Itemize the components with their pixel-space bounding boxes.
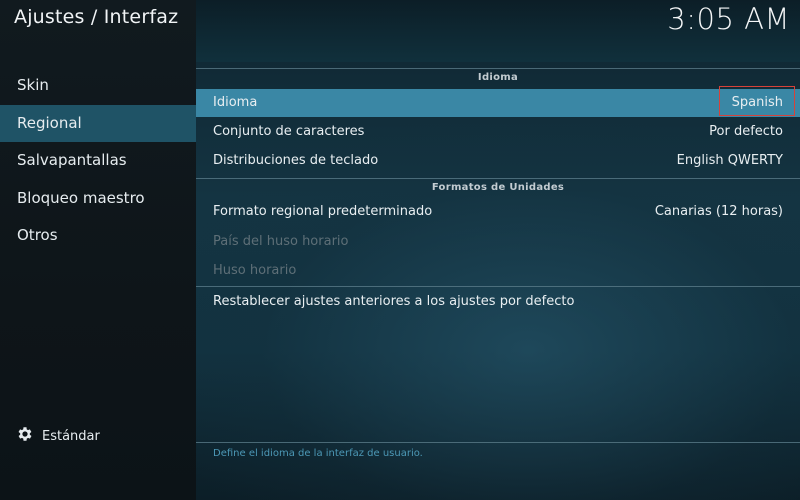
divider [196, 68, 800, 69]
divider [196, 178, 800, 179]
setting-value: Canarias (12 horas) [654, 204, 783, 219]
setting-row-conjunto-caracteres[interactable]: Conjunto de caracteres Por defecto [196, 118, 800, 146]
setting-label: País del huso horario [213, 234, 349, 249]
sidebar-item-bloqueo-maestro[interactable]: Bloqueo maestro [0, 180, 196, 217]
setting-label: Huso horario [213, 263, 297, 278]
setting-label: Idioma [213, 95, 258, 110]
settings-window: Ajustes / Interfaz Skin Regional Salvapa… [0, 0, 800, 500]
setting-label: Formato regional predeterminado [213, 204, 433, 219]
window-title: Ajustes / Interfaz [14, 6, 179, 28]
section-title-idioma: Idioma [477, 72, 519, 83]
sidebar-item-label: Regional [17, 114, 82, 132]
setting-value: English QWERTY [676, 153, 783, 168]
sidebar-item-label: Bloqueo maestro [17, 189, 145, 207]
setting-row-formato-regional[interactable]: Formato regional predeterminado Canarias… [196, 198, 800, 226]
section-title-formatos: Formatos de Unidades [431, 182, 565, 193]
settings-level-button[interactable]: Estándar [16, 425, 100, 447]
sidebar-item-otros[interactable]: Otros [0, 217, 196, 254]
reset-settings-button[interactable]: Restablecer ajustes anteriores a los aju… [196, 288, 800, 316]
setting-value: Por defecto [709, 124, 783, 139]
clock: 3:05 AM [667, 2, 790, 36]
sidebar-item-regional[interactable]: Regional [0, 105, 196, 142]
sidebar-item-label: Salvapantallas [17, 151, 127, 169]
sidebar-item-label: Skin [17, 76, 49, 94]
setting-row-distribuciones-teclado[interactable]: Distribuciones de teclado English QWERTY [196, 147, 800, 175]
setting-row-pais-huso-horario: País del huso horario [196, 228, 800, 256]
divider [196, 442, 800, 443]
setting-label: Conjunto de caracteres [213, 124, 365, 139]
sidebar-item-label: Otros [17, 226, 58, 244]
settings-panel: 3:05 AM Idioma Idioma Spanish Conjunto d… [196, 0, 800, 500]
help-text: Define el idioma de la interfaz de usuar… [213, 448, 423, 459]
setting-row-huso-horario: Huso horario [196, 257, 800, 285]
reset-label: Restablecer ajustes anteriores a los aju… [213, 294, 575, 309]
gear-icon [16, 425, 34, 447]
setting-row-idioma[interactable]: Idioma Spanish [196, 89, 800, 117]
sidebar-item-salvapantallas[interactable]: Salvapantallas [0, 142, 196, 179]
value-highlight-box [719, 86, 795, 116]
setting-label: Distribuciones de teclado [213, 153, 379, 168]
divider [196, 286, 800, 287]
settings-level-label: Estándar [42, 428, 100, 444]
sidebar: Ajustes / Interfaz Skin Regional Salvapa… [0, 0, 196, 500]
sidebar-item-skin[interactable]: Skin [0, 67, 196, 104]
